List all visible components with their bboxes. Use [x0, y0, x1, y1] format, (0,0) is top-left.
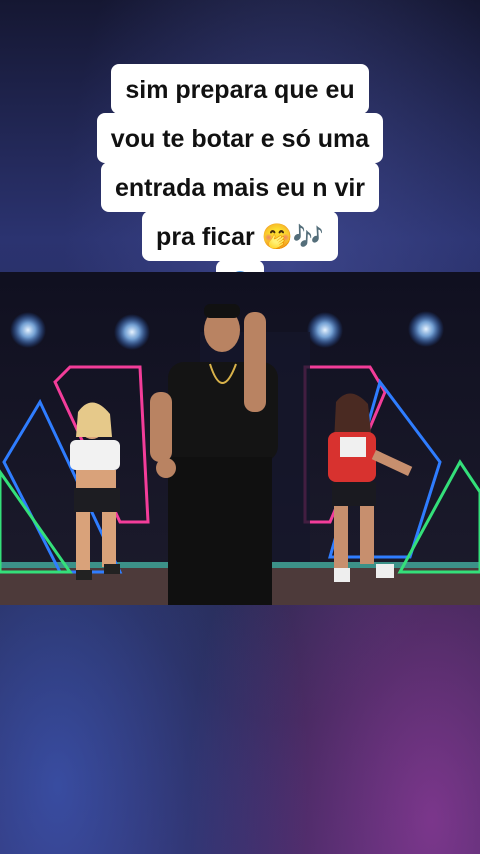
hand-over-mouth-emoji-icon: 🤭 [261, 222, 293, 251]
caption-line-4: pra ficar 🤭🎶 [142, 211, 338, 261]
caption-text-3: entrada mais eu n vir [114, 174, 366, 202]
caption-line-2: vou te botar e só uma [96, 113, 384, 163]
caption-line-3: entrada mais eu n vir [100, 162, 380, 212]
caption-text-1: sim prepara que eu [125, 76, 355, 104]
caption-line-1: sim prepara que eu [111, 64, 369, 114]
caption-text-2: vou te botar e só uma [110, 125, 370, 153]
video-frame[interactable] [0, 272, 480, 605]
dance-scene [0, 272, 480, 605]
musical-notes-emoji-icon: 🎶 [292, 222, 324, 251]
caption-overlay: sim prepara que eu vou te botar e só uma… [0, 64, 480, 306]
caption-text-4: pra ficar [156, 223, 255, 251]
